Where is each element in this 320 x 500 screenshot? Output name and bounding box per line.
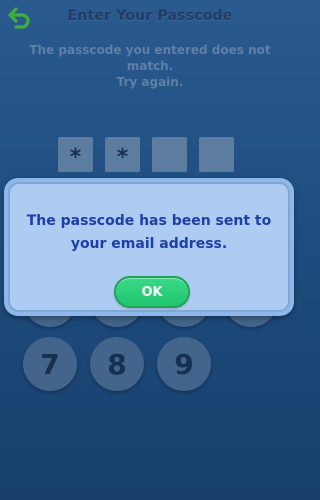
keypad-key-8[interactable]: 8 [90, 337, 144, 391]
ok-button[interactable]: OK [114, 276, 190, 308]
passcode-slot [199, 137, 234, 172]
passcode-slot: * [58, 137, 93, 172]
page-title: Enter Your Passcode [67, 8, 233, 24]
keypad-key-7[interactable]: 7 [23, 337, 77, 391]
passcode-slots: * * [58, 137, 234, 172]
keypad-key-9[interactable]: 9 [157, 337, 211, 391]
dialog-panel: The passcode has been sent to your email… [8, 182, 290, 312]
passcode-sent-dialog: The passcode has been sent to your email… [4, 178, 294, 316]
error-message: The passcode you entered does not match.… [29, 43, 271, 89]
passcode-slot: * [105, 137, 140, 172]
passcode-slot [152, 137, 187, 172]
dialog-message: The passcode has been sent to your email… [26, 213, 272, 252]
